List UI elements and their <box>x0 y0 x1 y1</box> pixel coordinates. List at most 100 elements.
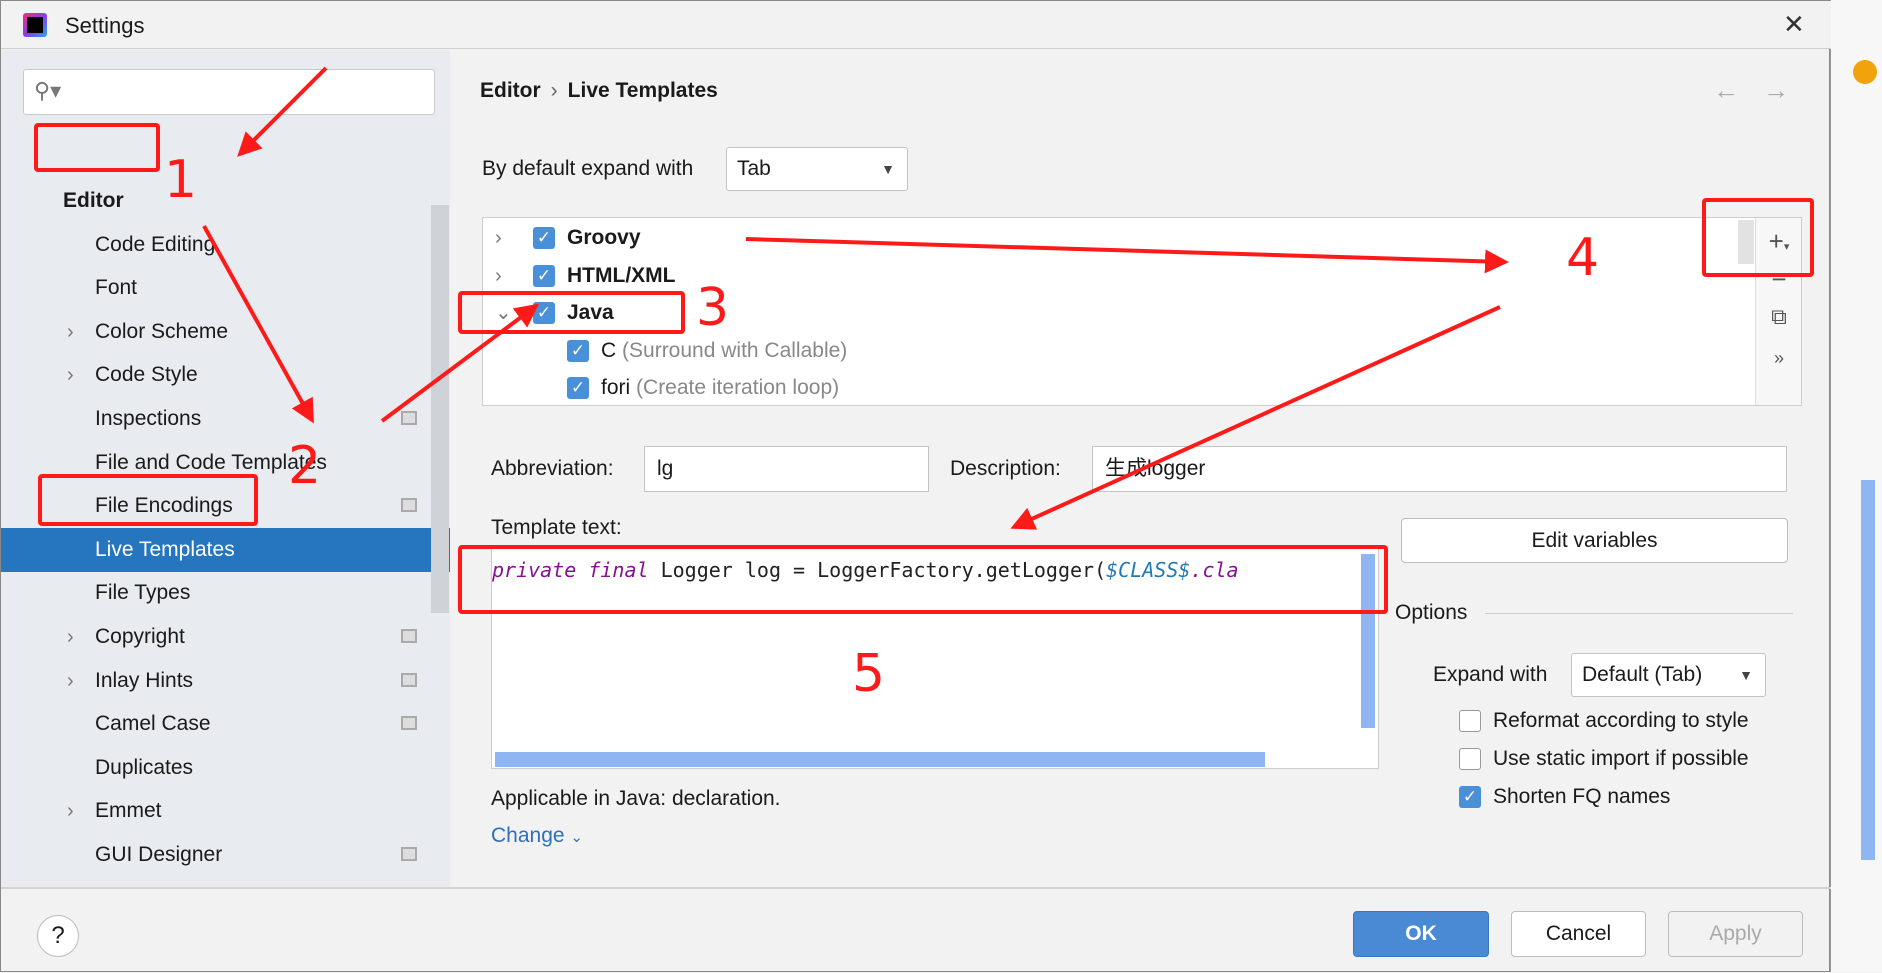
tree-row-description: (Surround with Callable) <box>622 338 848 362</box>
breadcrumb: Editor › Live Templates <box>480 79 718 103</box>
settings-dialog: Settings ✕ ⚲▾ Editor Code Editing Font › Col… <box>0 0 1831 972</box>
sidebar-item-label: Inlay Hints <box>95 668 194 692</box>
tree-scrollbar[interactable] <box>1738 220 1754 264</box>
option-checkbox[interactable]: Use static import if possible <box>1459 744 1749 774</box>
checkbox[interactable] <box>1459 710 1481 733</box>
sidebar-item-color-scheme[interactable]: › Color Scheme <box>1 310 432 354</box>
title-bar: Settings ✕ <box>1 1 1831 49</box>
sidebar-item-inspections[interactable]: Inspections <box>1 397 432 441</box>
project-scope-icon <box>401 672 417 687</box>
template-text-editor[interactable]: private final Logger log = LoggerFactory… <box>491 547 1379 769</box>
option-checkbox[interactable]: ✓ Shorten FQ names <box>1459 782 1670 812</box>
annotation-number: 2 <box>288 436 322 496</box>
sidebar-scrollbar[interactable] <box>431 205 449 613</box>
default-expand-dropdown[interactable]: Tab ▼ <box>726 147 908 191</box>
chevron-right-icon[interactable]: › <box>495 220 533 256</box>
template-code: private final Logger log = LoggerFactory… <box>492 558 1239 582</box>
tree-row[interactable]: › ✓ Groovy <box>495 220 641 256</box>
chevron-down-icon: ▼ <box>1739 667 1753 683</box>
project-scope-icon <box>401 629 417 643</box>
default-expand-label: By default expand with <box>482 157 694 180</box>
cancel-button[interactable]: Cancel <box>1511 911 1646 957</box>
expand-with-dropdown[interactable]: Default (Tab) ▼ <box>1571 653 1766 697</box>
tree-row[interactable]: › ✓ HTML/XML <box>495 258 675 294</box>
sidebar-item-label: File Encodings <box>95 494 233 518</box>
tree-row-name: Java <box>567 301 614 324</box>
sidebar-item-live-templates[interactable]: Live Templates <box>1 527 450 572</box>
breadcrumb-parent[interactable]: Editor <box>480 79 541 102</box>
checkbox[interactable] <box>1459 748 1481 771</box>
description-input[interactable]: 生成logger <box>1092 446 1787 492</box>
sidebar-item-label: Editor <box>63 189 124 212</box>
sidebar-item-font[interactable]: Font <box>1 266 432 310</box>
copy-icon[interactable]: ⧉ <box>1756 304 1802 330</box>
chevron-right-icon[interactable]: › <box>495 258 533 294</box>
sidebar-item-label: Code Style <box>95 363 198 387</box>
project-scope-icon <box>401 716 417 731</box>
sidebar-item-label: File Types <box>95 581 191 605</box>
breadcrumb-current: Live Templates <box>567 79 718 102</box>
sidebar-item-label: Camel Case <box>95 712 211 736</box>
sidebar-item-label: Font <box>95 276 138 300</box>
horizontal-scrollbar[interactable] <box>495 752 1265 767</box>
sidebar-item-code-style[interactable]: › Code Style <box>1 353 432 397</box>
tree-toolbar: +▾ − ⧉ » <box>1738 218 1802 405</box>
intellij-logo-icon <box>23 13 47 37</box>
abbreviation-input[interactable]: lg <box>644 446 929 492</box>
tree-row[interactable]: ⌄ ✓ Java <box>495 295 614 331</box>
chevron-down-icon: ▼ <box>881 161 895 177</box>
checkbox[interactable]: ✓ <box>533 302 555 325</box>
template-text-label: Template text: <box>491 516 622 539</box>
option-checkbox[interactable]: Reformat according to style <box>1459 706 1749 736</box>
breadcrumb-separator: › <box>550 79 558 102</box>
add-icon[interactable]: +▾ <box>1756 226 1802 257</box>
checkbox[interactable]: ✓ <box>567 377 589 400</box>
sidebar-item-intentions[interactable]: Intentions <box>1 877 432 888</box>
chevron-right-icon[interactable]: › <box>67 615 74 659</box>
forward-arrow-icon[interactable]: → <box>1763 75 1813 105</box>
checkbox[interactable]: ✓ <box>533 264 555 287</box>
sidebar-item-emmet[interactable]: › Emmet <box>1 789 432 833</box>
sidebar-item-file-encodings[interactable]: File Encodings <box>1 484 432 528</box>
checkbox[interactable]: ✓ <box>533 227 555 250</box>
help-button[interactable]: ? <box>37 915 79 957</box>
sidebar-item-camel-case[interactable]: Camel Case <box>1 702 432 746</box>
sidebar-item-label: Code Editing <box>95 232 216 256</box>
tree-row[interactable]: ✓ fori (Create iteration loop) <box>567 370 839 406</box>
chevron-right-icon[interactable]: › <box>67 353 74 397</box>
chevron-down-icon[interactable]: ⌄ <box>495 295 533 331</box>
sidebar-item-gui-designer[interactable]: GUI Designer <box>1 833 432 877</box>
tree-row-name: fori <box>601 376 631 399</box>
sidebar-item-label: GUI Designer <box>95 843 223 866</box>
sidebar-item-inlay-hints[interactable]: › Inlay Hints <box>1 659 432 703</box>
sidebar-item-duplicates[interactable]: Duplicates <box>1 746 432 790</box>
search-input[interactable]: ⚲▾ <box>23 69 435 115</box>
more-icon[interactable]: » <box>1756 348 1802 369</box>
dropdown-value: Default (Tab) <box>1582 663 1703 686</box>
ok-button[interactable]: OK <box>1353 911 1489 957</box>
close-icon[interactable]: ✕ <box>1783 9 1805 40</box>
tree-row-name: Groovy <box>567 226 641 249</box>
sidebar-item-file-types[interactable]: File Types <box>1 571 432 615</box>
option-label: Reformat according to style <box>1493 709 1749 732</box>
applicable-context: Applicable in Java: declaration. <box>491 787 781 810</box>
ide-scrollbar <box>1861 480 1875 860</box>
checkbox[interactable]: ✓ <box>567 339 589 362</box>
sidebar-item-file-and-code-templates[interactable]: File and Code Templates <box>1 441 432 485</box>
chevron-right-icon[interactable]: › <box>67 659 74 703</box>
chevron-right-icon[interactable]: › <box>67 310 74 354</box>
chevron-right-icon[interactable]: › <box>67 789 74 833</box>
remove-icon[interactable]: − <box>1756 264 1802 295</box>
description-label: Description: <box>950 457 1061 480</box>
sidebar-item-code-editing[interactable]: Code Editing <box>1 223 432 267</box>
apply-button[interactable]: Apply <box>1668 911 1803 957</box>
vertical-scrollbar[interactable] <box>1361 554 1375 728</box>
sidebar-item-copyright[interactable]: › Copyright <box>1 615 432 659</box>
options-title: Options <box>1395 601 1468 624</box>
annotation-number: 3 <box>696 278 730 338</box>
back-arrow-icon[interactable]: ← <box>1713 75 1763 105</box>
edit-variables-button[interactable]: Edit variables <box>1401 518 1788 563</box>
sidebar-item-editor[interactable]: Editor <box>1 179 432 223</box>
change-context-link[interactable]: Change ⌄ <box>491 824 583 848</box>
checkbox[interactable]: ✓ <box>1459 786 1481 809</box>
